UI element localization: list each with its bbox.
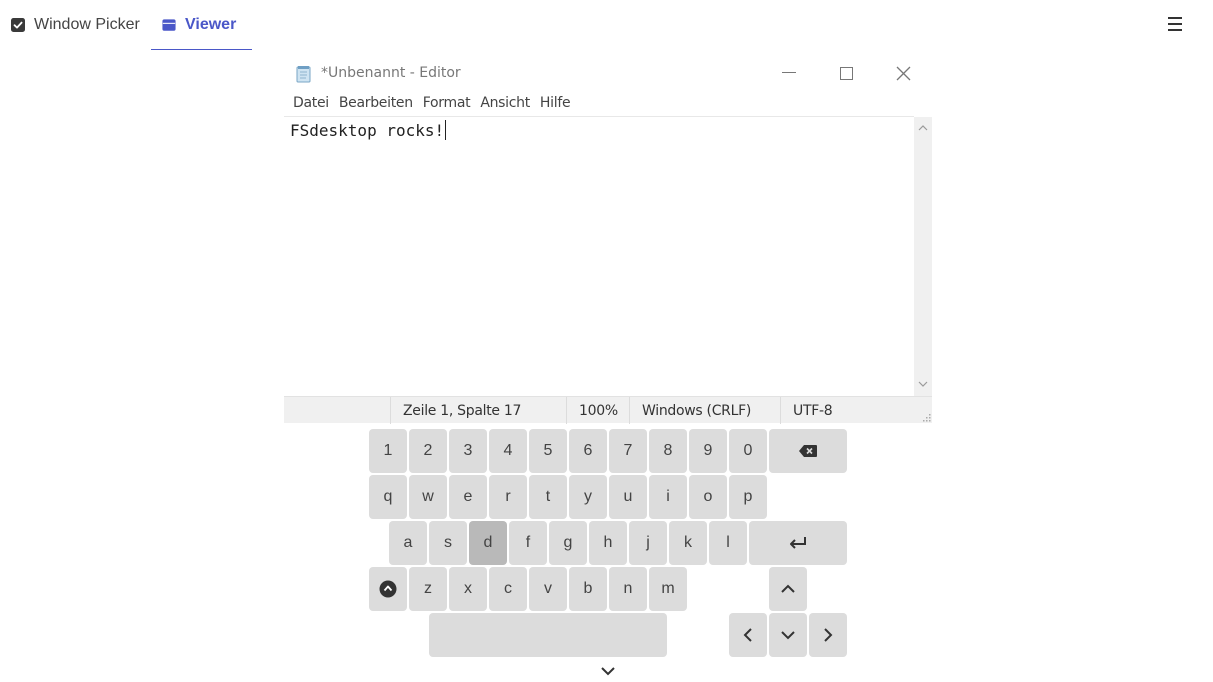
- window-menubar: Datei Bearbeiten Format Ansicht Hilfe: [284, 93, 932, 115]
- top-nav: Window Picker Viewer: [0, 0, 1213, 50]
- arrow-up-key[interactable]: [769, 567, 807, 611]
- key-2[interactable]: 2: [409, 429, 447, 473]
- window-title: *Unbenannt - Editor: [321, 65, 461, 81]
- hamburger-menu-icon[interactable]: [1166, 16, 1184, 32]
- resize-grip-icon[interactable]: [921, 412, 931, 422]
- space-key[interactable]: [429, 613, 667, 657]
- key-s[interactable]: s: [429, 521, 467, 565]
- backspace-key[interactable]: [769, 429, 847, 473]
- close-button[interactable]: [886, 62, 920, 84]
- key-o[interactable]: o: [689, 475, 727, 519]
- key-h[interactable]: h: [589, 521, 627, 565]
- scroll-up-icon[interactable]: [917, 123, 929, 133]
- chevron-right-icon: [824, 628, 833, 642]
- minimize-icon: [782, 72, 796, 73]
- key-w[interactable]: w: [409, 475, 447, 519]
- enter-key[interactable]: [749, 521, 847, 565]
- shift-key[interactable]: [369, 567, 407, 611]
- key-8[interactable]: 8: [649, 429, 687, 473]
- key-v[interactable]: v: [529, 567, 567, 611]
- key-p[interactable]: p: [729, 475, 767, 519]
- maximize-icon: [839, 66, 853, 80]
- text-caret: [445, 120, 447, 140]
- tab-window-picker-label: Window Picker: [34, 16, 140, 33]
- notepad-app-icon: [295, 65, 313, 83]
- vertical-scrollbar[interactable]: [914, 117, 932, 396]
- chevron-up-icon: [781, 584, 795, 593]
- scroll-down-icon[interactable]: [917, 379, 929, 389]
- key-l[interactable]: l: [709, 521, 747, 565]
- status-encoding: UTF-8: [780, 397, 932, 424]
- window-icon: [162, 18, 176, 32]
- key-n[interactable]: n: [609, 567, 647, 611]
- key-j[interactable]: j: [629, 521, 667, 565]
- tab-window-picker[interactable]: Window Picker: [11, 0, 140, 50]
- tab-viewer-label: Viewer: [185, 15, 237, 33]
- chevron-left-icon: [743, 628, 752, 642]
- key-4[interactable]: 4: [489, 429, 527, 473]
- key-u[interactable]: u: [609, 475, 647, 519]
- key-x[interactable]: x: [449, 567, 487, 611]
- chevron-down-icon: [601, 667, 615, 676]
- enter-icon: [790, 537, 806, 549]
- key-q[interactable]: q: [369, 475, 407, 519]
- maximize-button[interactable]: [829, 62, 863, 84]
- key-6[interactable]: 6: [569, 429, 607, 473]
- key-t[interactable]: t: [529, 475, 567, 519]
- editor-text: FSdesktop rocks!: [290, 121, 445, 140]
- menu-ansicht[interactable]: Ansicht: [471, 93, 530, 115]
- window-titlebar[interactable]: *Unbenannt - Editor: [284, 56, 932, 91]
- checkbox-icon: [11, 18, 25, 32]
- arrow-left-key[interactable]: [729, 613, 767, 657]
- collapse-keyboard-button[interactable]: [599, 664, 617, 676]
- key-7[interactable]: 7: [609, 429, 647, 473]
- key-z[interactable]: z: [409, 567, 447, 611]
- key-k[interactable]: k: [669, 521, 707, 565]
- text-editor[interactable]: FSdesktop rocks!: [284, 116, 914, 396]
- key-y[interactable]: y: [569, 475, 607, 519]
- status-line-ending: Windows (CRLF): [629, 397, 780, 424]
- key-e[interactable]: e: [449, 475, 487, 519]
- key-c[interactable]: c: [489, 567, 527, 611]
- notepad-window: *Unbenannt - Editor Datei Bearbeiten For…: [284, 56, 932, 424]
- status-zoom: 100%: [566, 397, 629, 424]
- close-icon: [896, 66, 910, 80]
- status-bar: Zeile 1, Spalte 17 100% Windows (CRLF) U…: [284, 396, 932, 424]
- status-cursor-position: Zeile 1, Spalte 17: [390, 397, 566, 424]
- key-g[interactable]: g: [549, 521, 587, 565]
- key-i[interactable]: i: [649, 475, 687, 519]
- key-d[interactable]: d: [469, 521, 507, 565]
- shift-icon: [379, 580, 397, 598]
- key-a[interactable]: a: [389, 521, 427, 565]
- key-3[interactable]: 3: [449, 429, 487, 473]
- key-0[interactable]: 0: [729, 429, 767, 473]
- key-1[interactable]: 1: [369, 429, 407, 473]
- arrow-right-key[interactable]: [809, 613, 847, 657]
- chevron-down-icon: [781, 631, 795, 640]
- key-f[interactable]: f: [509, 521, 547, 565]
- menu-bearbeiten[interactable]: Bearbeiten: [330, 93, 413, 115]
- key-5[interactable]: 5: [529, 429, 567, 473]
- backspace-icon: [799, 445, 817, 457]
- menu-format[interactable]: Format: [414, 93, 471, 115]
- key-9[interactable]: 9: [689, 429, 727, 473]
- tab-viewer[interactable]: Viewer: [151, 0, 252, 50]
- arrow-down-key[interactable]: [769, 613, 807, 657]
- menu-datei[interactable]: Datei: [284, 93, 329, 115]
- menu-hilfe[interactable]: Hilfe: [531, 93, 571, 115]
- key-b[interactable]: b: [569, 567, 607, 611]
- minimize-button[interactable]: [772, 62, 806, 84]
- key-m[interactable]: m: [649, 567, 687, 611]
- key-r[interactable]: r: [489, 475, 527, 519]
